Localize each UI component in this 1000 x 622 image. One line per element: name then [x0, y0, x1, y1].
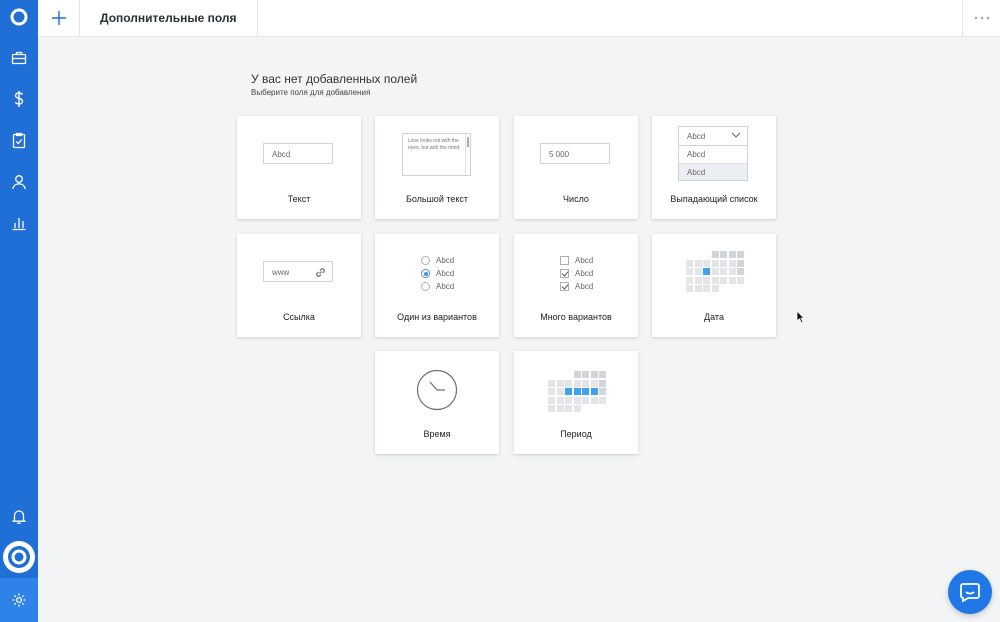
dollar-icon[interactable] [5, 85, 33, 113]
field-card-period[interactable]: Период [514, 351, 638, 454]
sidebar [0, 0, 38, 622]
top-bar: Дополнительные поля [38, 0, 1000, 37]
briefcase-icon[interactable] [5, 44, 33, 72]
field-card-number[interactable]: 5 000 Число [514, 116, 638, 219]
link-preview: www [263, 261, 333, 282]
checkbox-preview: Abcd Abcd Abcd [560, 254, 593, 293]
long-text-preview: Love looks not with the eyes, but with t… [402, 133, 471, 176]
mouse-cursor-icon [796, 310, 805, 324]
text-preview: Abcd [263, 143, 333, 164]
radio-option-label: Abcd [436, 282, 455, 291]
clock-icon [416, 369, 458, 411]
dropdown-option: Abcd [679, 163, 747, 180]
field-card-label: Время [423, 429, 451, 439]
empty-state-title: У вас нет добавленных полей [251, 72, 418, 86]
page-title: Дополнительные поля [80, 0, 258, 36]
checkbox-option-label: Abcd [575, 269, 594, 278]
radio-icon [421, 282, 430, 291]
dropdown-option: Abcd [687, 150, 706, 159]
scrollbar [465, 134, 470, 175]
field-card-label: Выпадающий список [670, 194, 758, 204]
chat-icon [960, 583, 980, 603]
more-dots-icon [974, 16, 989, 20]
field-card-label: Дата [704, 312, 724, 322]
checkbox-checked-icon [560, 269, 569, 278]
dropdown-preview: Abcd Abcd Abcd [678, 126, 748, 181]
empty-state-subtitle: Выберите поля для добавления [251, 88, 371, 97]
field-card-single-choice[interactable]: Abcd Abcd Abcd Один из вариантов [375, 234, 499, 337]
field-card-long-text[interactable]: Love looks not with the eyes, but with t… [375, 116, 499, 219]
field-card-multi-choice[interactable]: Abcd Abcd Abcd Много вариантов [514, 234, 638, 337]
field-card-date[interactable]: Дата [652, 234, 776, 337]
number-preview: 5 000 [540, 143, 610, 164]
user-icon[interactable] [5, 168, 33, 196]
checkbox-option-label: Abcd [575, 256, 594, 265]
period-calendar-icon [548, 371, 606, 412]
plus-icon [51, 11, 66, 25]
avatar[interactable] [3, 541, 35, 573]
chat-button[interactable] [948, 570, 992, 614]
calendar-icon [686, 251, 744, 292]
radio-selected-icon [421, 269, 430, 278]
chevron-down-icon [731, 132, 741, 138]
field-card-label: Период [560, 429, 592, 439]
dropdown-selected-text: Abcd [687, 132, 706, 141]
gear-icon[interactable] [0, 578, 38, 622]
field-card-label: Текст [287, 194, 311, 204]
field-card-label: Число [563, 194, 589, 204]
checkbox-icon [560, 256, 569, 265]
long-text-preview-text: Love looks not with the eyes, but with t… [408, 138, 461, 151]
field-card-text[interactable]: Abcd Текст [237, 116, 361, 219]
radio-option-label: Abcd [436, 269, 455, 278]
link-preview-text: www [272, 268, 290, 277]
field-card-link[interactable]: www Ссылка [237, 234, 361, 337]
field-card-dropdown[interactable]: Abcd Abcd Abcd Выпадающий список [652, 116, 776, 219]
field-card-label: Большой текст [405, 194, 469, 204]
field-card-label: Много вариантов [540, 312, 612, 322]
more-button[interactable] [962, 0, 1000, 36]
field-card-time[interactable]: Время [375, 351, 499, 454]
add-button[interactable] [38, 0, 80, 36]
link-icon [316, 268, 325, 277]
field-card-label: Один из вариантов [397, 312, 477, 322]
bell-icon[interactable] [5, 502, 33, 530]
app-logo[interactable] [5, 3, 33, 31]
dropdown-selected: Abcd [679, 127, 747, 146]
radio-option-label: Abcd [436, 256, 455, 265]
checkbox-checked-icon [560, 282, 569, 291]
radio-preview: Abcd Abcd Abcd [421, 254, 454, 293]
field-card-label: Ссылка [283, 312, 315, 322]
radio-icon [421, 256, 430, 265]
clipboard-check-icon[interactable] [5, 126, 33, 154]
checkbox-option-label: Abcd [575, 282, 594, 291]
bar-chart-icon[interactable] [5, 209, 33, 237]
